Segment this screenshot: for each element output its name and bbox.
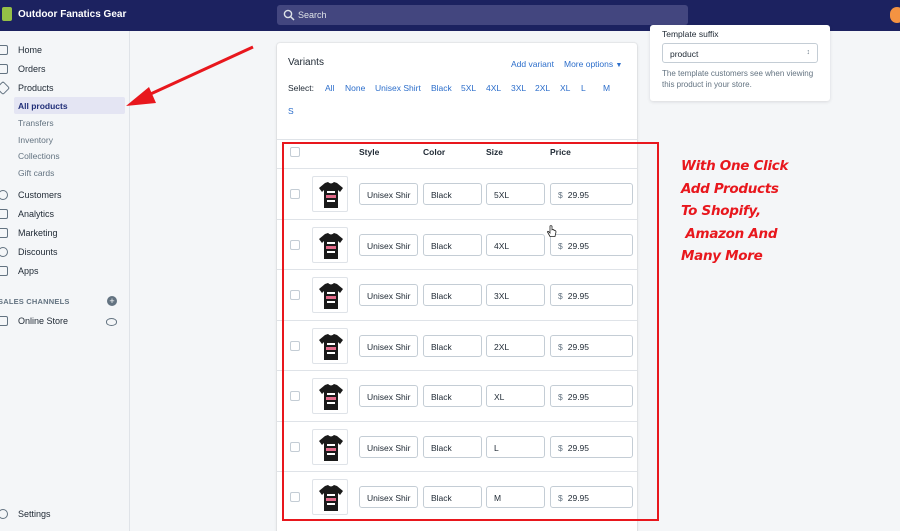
select-l-link[interactable]: L xyxy=(581,83,586,93)
template-suffix-help: The template customers see when viewing … xyxy=(662,69,814,89)
add-variant-link[interactable]: Add variant xyxy=(511,59,554,69)
sidebar-item-label: Marketing xyxy=(18,228,58,238)
template-suffix-value: product xyxy=(670,49,699,59)
more-options-label: More options xyxy=(564,59,614,69)
search-bar[interactable]: Search xyxy=(277,5,688,25)
sidebar-item-label: Online Store xyxy=(18,316,69,326)
template-suffix-label: Template suffix xyxy=(662,29,719,39)
select-2xl-link[interactable]: 2XL xyxy=(535,83,550,93)
sidebar-item-label: Analytics xyxy=(18,209,55,219)
promo-text: With One Click Add Products To Shopify, … xyxy=(681,158,789,264)
select-xl-link[interactable]: XL xyxy=(560,83,570,93)
sidebar-subitem-collections[interactable]: Collections xyxy=(18,151,60,161)
divider xyxy=(277,139,637,140)
hand-cursor-icon xyxy=(547,225,557,237)
store-icon xyxy=(0,316,8,326)
gear-icon xyxy=(0,509,8,519)
person-icon xyxy=(0,190,8,200)
search-placeholder: Search xyxy=(298,10,327,20)
add-sales-channel-icon[interactable]: + xyxy=(107,296,117,306)
select-4xl-link[interactable]: 4XL xyxy=(486,83,501,93)
sidebar-item-label: Customers xyxy=(18,190,62,200)
analytics-icon xyxy=(0,209,8,219)
template-suffix-select[interactable]: product ↕ xyxy=(662,43,818,63)
megaphone-icon xyxy=(0,228,8,238)
more-options-link[interactable]: More options ▼ xyxy=(564,59,622,69)
select-m-link[interactable]: M xyxy=(603,83,610,93)
select-none-link[interactable]: None xyxy=(345,83,365,93)
avatar[interactable] xyxy=(890,7,900,23)
select-5xl-link[interactable]: 5XL xyxy=(461,83,476,93)
discount-icon xyxy=(0,247,8,257)
apps-icon xyxy=(0,266,8,276)
sidebar-item-label: Apps xyxy=(18,266,39,276)
highlight-box xyxy=(282,142,659,521)
select-arrows-icon: ↕ xyxy=(806,49,811,56)
template-suffix-card: Template suffix product ↕ The template c… xyxy=(650,25,830,101)
select-3xl-link[interactable]: 3XL xyxy=(511,83,526,93)
select-all-link[interactable]: All xyxy=(325,83,334,93)
select-black-link[interactable]: Black xyxy=(431,83,452,93)
caret-down-icon: ▼ xyxy=(615,62,623,69)
eye-icon[interactable] xyxy=(106,318,117,326)
select-unisex-shirt-link[interactable]: Unisex Shirt xyxy=(375,83,421,93)
sidebar-item-label: Discounts xyxy=(18,247,58,257)
sales-channels-heading: SALES CHANNELS xyxy=(0,297,70,306)
sidebar-subitem-gift-cards[interactable]: Gift cards xyxy=(18,168,54,178)
sidebar-item-label: Settings xyxy=(18,509,51,519)
red-arrow-icon xyxy=(126,45,254,106)
